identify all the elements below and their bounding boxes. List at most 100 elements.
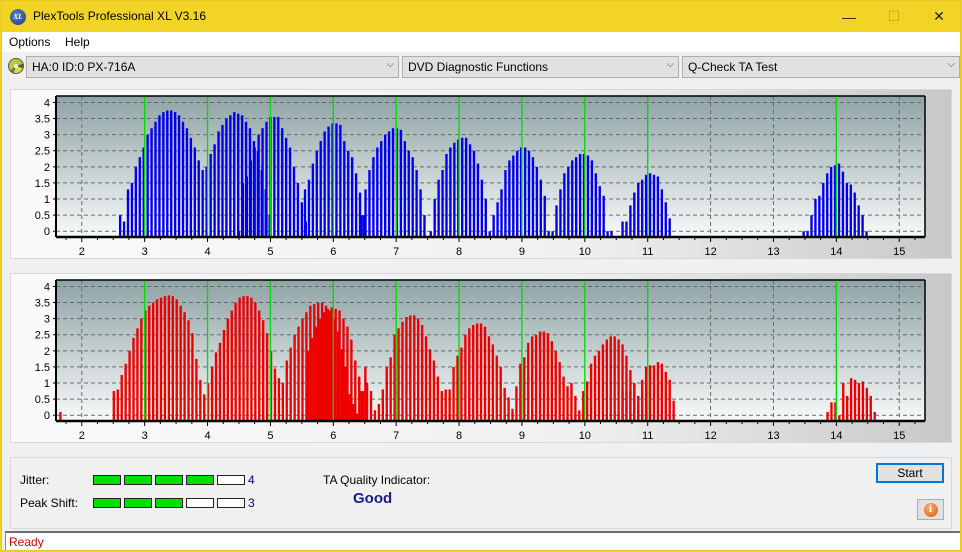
bar [354, 173, 358, 237]
start-button[interactable]: Start [876, 463, 944, 483]
bar [644, 366, 648, 421]
x-tick-label: 9 [519, 246, 525, 258]
bar [237, 113, 240, 237]
bar [555, 205, 558, 237]
bar [258, 310, 261, 421]
bar [380, 141, 383, 237]
y-tick-label: 0 [44, 226, 50, 238]
y-tick-label: 2 [44, 162, 50, 174]
bar [368, 170, 371, 237]
drive-select[interactable]: HA:0 ID:0 PX-716A ⌵ [26, 56, 399, 78]
bar [339, 124, 342, 237]
bar [487, 336, 491, 421]
bar [436, 376, 440, 421]
bar [508, 160, 511, 237]
bar [829, 166, 833, 237]
x-tick-label: 14 [830, 430, 842, 442]
bar [262, 320, 265, 421]
bar [185, 128, 189, 237]
bar [515, 386, 518, 421]
bar [590, 160, 594, 237]
bar [140, 318, 143, 421]
window-title: PlexTools Professional XL V3.16 [33, 9, 206, 23]
bar [601, 344, 605, 421]
app-window: XL PlexTools Professional XL V3.16 — ☐ ✕… [1, 0, 961, 551]
bar [554, 350, 557, 421]
close-button[interactable]: ✕ [916, 1, 962, 32]
peak-shift-meter-segment [124, 498, 152, 508]
bar [562, 376, 565, 421]
x-tick-label: 5 [267, 430, 273, 442]
jitter-meter [93, 475, 245, 485]
y-tick-label: 3.5 [35, 114, 50, 126]
bar [360, 215, 363, 237]
x-tick-label: 10 [579, 430, 591, 442]
bar [589, 363, 593, 421]
bar [578, 153, 582, 237]
y-tick-label: 0 [44, 410, 50, 422]
bar [495, 355, 498, 421]
bar [158, 115, 161, 237]
bar [292, 166, 296, 237]
bar [307, 179, 311, 237]
bar [464, 137, 468, 237]
bar [853, 379, 857, 421]
bar [401, 321, 404, 421]
bar [428, 349, 432, 421]
bar [841, 171, 845, 237]
bar [253, 147, 256, 237]
bar [233, 112, 236, 237]
bar [492, 215, 495, 237]
y-tick-label: 1.5 [35, 362, 50, 374]
bar [567, 166, 570, 237]
bar [633, 383, 636, 421]
bar [507, 397, 510, 421]
chevron-down-icon: ⌵ [947, 59, 955, 70]
menu-options[interactable]: Options [9, 35, 50, 49]
title-bar[interactable]: XL PlexTools Professional XL V3.16 — ☐ ✕ [2, 1, 960, 32]
bar [175, 299, 178, 421]
bar [644, 174, 648, 237]
bar [209, 153, 212, 237]
info-button[interactable]: i [917, 499, 944, 520]
bar [826, 173, 829, 237]
bar [148, 305, 151, 421]
y-tick-label: 2 [44, 346, 50, 358]
bar [138, 157, 141, 237]
bar [189, 137, 193, 237]
maximize-button[interactable]: ☐ [871, 1, 917, 32]
bar [586, 155, 590, 237]
bar [346, 326, 349, 421]
bar [347, 150, 350, 237]
bar [372, 157, 375, 237]
bar [318, 318, 322, 421]
peak-shift-meter-segment [186, 498, 214, 508]
menu-bar: Options Help [2, 32, 960, 52]
bar [558, 362, 561, 421]
minimize-button[interactable]: — [826, 1, 872, 32]
bar [433, 199, 436, 237]
peak-shift-meter [93, 498, 245, 508]
jitter-value: 4 [248, 473, 255, 487]
x-tick-label: 11 [642, 246, 653, 258]
bar [181, 121, 185, 237]
bar [338, 310, 341, 421]
bar [245, 176, 249, 237]
bar [842, 383, 845, 421]
menu-help[interactable]: Help [65, 35, 90, 49]
bar [210, 366, 214, 421]
x-tick-label: 8 [456, 430, 462, 442]
bar [230, 310, 233, 421]
test-select[interactable]: Q-Check TA Test ⌵ [682, 56, 960, 78]
bar [265, 333, 269, 421]
bar [146, 134, 149, 237]
function-select[interactable]: DVD Diagnostic Functions ⌵ [402, 56, 679, 78]
bar [369, 391, 373, 421]
bar [118, 215, 122, 237]
bar [648, 365, 652, 421]
bar [503, 387, 506, 421]
bar [285, 360, 288, 421]
bar [660, 189, 664, 237]
bar [342, 318, 345, 421]
bar [159, 297, 163, 421]
